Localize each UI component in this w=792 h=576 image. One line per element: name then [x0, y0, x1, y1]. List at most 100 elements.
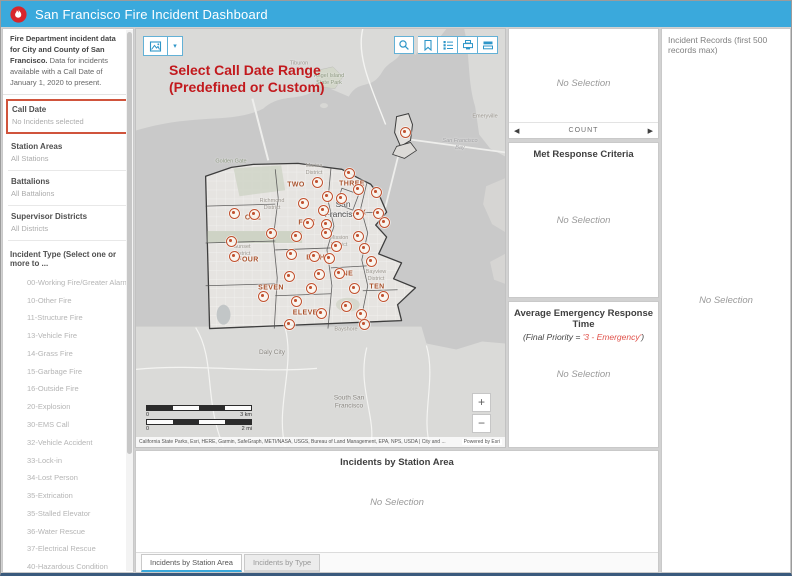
- basemap-gallery-button[interactable]: [143, 36, 167, 56]
- incident-type-option-20-explosion[interactable]: 20-Explosion: [3, 398, 133, 416]
- fire-station-marker[interactable]: [341, 301, 352, 312]
- measure-button[interactable]: [478, 36, 498, 54]
- bookmark-button[interactable]: [418, 36, 438, 54]
- fire-station-marker[interactable]: [266, 228, 277, 239]
- sidebar-scrollbar[interactable]: [126, 30, 133, 571]
- incident-type-option-34-lost-person[interactable]: 34-Lost Person: [3, 469, 133, 487]
- sidebar-filters: Call DateNo Incidents selectedStation Ar…: [3, 99, 133, 241]
- fire-station-marker[interactable]: [349, 283, 360, 294]
- tab-incidents-by-type[interactable]: Incidents by Type: [244, 554, 320, 572]
- incident-records-title: Incident Records (first 500 records max): [662, 29, 790, 55]
- incident-type-option-16-outside-fire[interactable]: 16-Outside Fire: [3, 380, 133, 398]
- powered-by-esri: Powered by Esri: [462, 439, 502, 445]
- priority-highlight: '3 - Emergency': [583, 332, 642, 342]
- incident-type-option-33-lock-in[interactable]: 33-Lock-in: [3, 451, 133, 469]
- incident-type-option-00-working-fire-greater-alarm[interactable]: 00-Working Fire/Greater Alarm: [3, 273, 133, 291]
- print-button[interactable]: [458, 36, 478, 54]
- search-button[interactable]: [394, 36, 414, 54]
- fire-station-marker[interactable]: [316, 308, 327, 319]
- map-panel[interactable]: TiburonAngel IslandState ParkEmeryvilleS…: [135, 28, 506, 448]
- met-response-panel: Met Response Criteria No Selection: [508, 142, 659, 298]
- incident-type-option-10-other-fire[interactable]: 10-Other Fire: [3, 291, 133, 309]
- app-header: San Francisco Fire Incident Dashboard: [1, 1, 791, 27]
- fire-station-marker[interactable]: [298, 198, 309, 209]
- search-icon: [398, 39, 410, 51]
- fire-station-marker[interactable]: [229, 208, 240, 219]
- fire-station-marker[interactable]: [291, 231, 302, 242]
- fire-station-marker[interactable]: [306, 283, 317, 294]
- fire-station-marker[interactable]: [378, 291, 389, 302]
- fire-station-marker[interactable]: [353, 184, 364, 195]
- tab-incidents-by-station-area[interactable]: Incidents by Station Area: [141, 554, 242, 572]
- fire-station-marker[interactable]: [359, 243, 370, 254]
- place-label-south-san-francisco: South SanFrancisco: [334, 395, 364, 412]
- place-label-daly-city: Daly City: [259, 349, 285, 357]
- chevron-down-icon: ▾: [173, 43, 177, 50]
- met-response-title: Met Response Criteria: [509, 143, 658, 160]
- legend-button[interactable]: [438, 36, 458, 54]
- map-overlay: TiburonAngel IslandState ParkEmeryvilleS…: [136, 29, 505, 447]
- incident-type-list: 00-Working Fire/Greater Alarm10-Other Fi…: [3, 273, 133, 573]
- filter-station-areas[interactable]: Station AreasAll Stations: [8, 136, 128, 171]
- fire-station-marker[interactable]: [400, 127, 411, 138]
- zoom-in-button[interactable]: +: [472, 393, 491, 412]
- filter-call-date[interactable]: Call DateNo Incidents selected: [6, 99, 130, 134]
- prev-arrow[interactable]: ◀: [514, 127, 519, 135]
- fire-station-marker[interactable]: [353, 231, 364, 242]
- avg-response-panel: Average Emergency Response Time (Final P…: [508, 301, 659, 448]
- fire-station-marker[interactable]: [291, 296, 302, 307]
- fire-station-marker[interactable]: [226, 236, 237, 247]
- incident-type-option-36-water-rescue[interactable]: 36-Water Rescue: [3, 522, 133, 540]
- incident-type-option-13-vehicle-fire[interactable]: 13-Vehicle Fire: [3, 327, 133, 345]
- fire-station-marker[interactable]: [324, 253, 335, 264]
- fire-station-marker[interactable]: [303, 218, 314, 229]
- incident-type-option-15-garbage-fire[interactable]: 15-Garbage Fire: [3, 362, 133, 380]
- next-arrow[interactable]: ▶: [648, 127, 653, 135]
- call-date-annotation: Select Call Date Range (Predefined or Cu…: [169, 62, 325, 96]
- fire-station-marker[interactable]: [322, 191, 333, 202]
- place-label-richmond-district: RichmondDistrict: [260, 198, 285, 212]
- scrollbar-thumb[interactable]: [127, 32, 132, 454]
- filter-battalions[interactable]: BattalionsAll Battalions: [8, 171, 128, 206]
- fire-station-marker[interactable]: [258, 291, 269, 302]
- fire-station-marker[interactable]: [321, 228, 332, 239]
- fire-station-marker[interactable]: [318, 205, 329, 216]
- sidebar: Fire Department incident data for City a…: [2, 28, 134, 573]
- count-axis-label: COUNT: [509, 122, 658, 138]
- legend-icon: [442, 39, 454, 51]
- incident-type-option-30-ems-call[interactable]: 30-EMS Call: [3, 416, 133, 434]
- map-attribution: California State Parks, Esri, HERE, Garm…: [136, 437, 505, 447]
- fire-station-marker[interactable]: [353, 209, 364, 220]
- fire-station-marker[interactable]: [344, 168, 355, 179]
- fire-station-marker[interactable]: [371, 187, 382, 198]
- fire-station-marker[interactable]: [249, 209, 260, 220]
- incident-type-option-14-grass-fire[interactable]: 14-Grass Fire: [3, 345, 133, 363]
- bookmark-icon: [422, 39, 434, 51]
- filter-value: All Districts: [11, 224, 125, 233]
- fire-station-marker[interactable]: [286, 249, 297, 260]
- incident-type-option-37-electrical-rescue[interactable]: 37-Electrical Rescue: [3, 540, 133, 558]
- station-chart-title: Incidents by Station Area: [136, 451, 658, 468]
- incident-type-option-35-stalled-elevator[interactable]: 35-Stalled Elevator: [3, 505, 133, 523]
- fire-station-marker[interactable]: [314, 269, 325, 280]
- fire-station-marker[interactable]: [229, 251, 240, 262]
- incident-type-option-32-vehicle-accident[interactable]: 32-Vehicle Accident: [3, 433, 133, 451]
- filter-supervisor-districts[interactable]: Supervisor DistrictsAll Districts: [8, 206, 128, 241]
- fire-station-marker[interactable]: [284, 271, 295, 282]
- count-chart-panel: No Selection ◀ COUNT ▶: [508, 28, 659, 139]
- fire-station-marker[interactable]: [379, 217, 390, 228]
- fire-station-marker[interactable]: [284, 319, 295, 330]
- fire-station-marker[interactable]: [331, 241, 342, 252]
- fire-station-marker[interactable]: [359, 319, 370, 330]
- incident-type-option-35-extrication[interactable]: 35-Extrication: [3, 487, 133, 505]
- zoom-out-button[interactable]: −: [472, 414, 491, 433]
- incident-type-option-40-hazardous-condition[interactable]: 40-Hazardous Condition: [3, 558, 133, 573]
- fire-station-marker[interactable]: [336, 193, 347, 204]
- fire-station-marker[interactable]: [366, 256, 377, 267]
- basemap-dropdown-button[interactable]: ▾: [167, 36, 183, 56]
- fire-station-marker[interactable]: [309, 251, 320, 262]
- fire-station-marker[interactable]: [334, 268, 345, 279]
- place-label-bayview-district: BayviewDistrict: [366, 269, 386, 283]
- fire-station-marker[interactable]: [312, 177, 323, 188]
- incident-type-option-11-structure-fire[interactable]: 11-Structure Fire: [3, 309, 133, 327]
